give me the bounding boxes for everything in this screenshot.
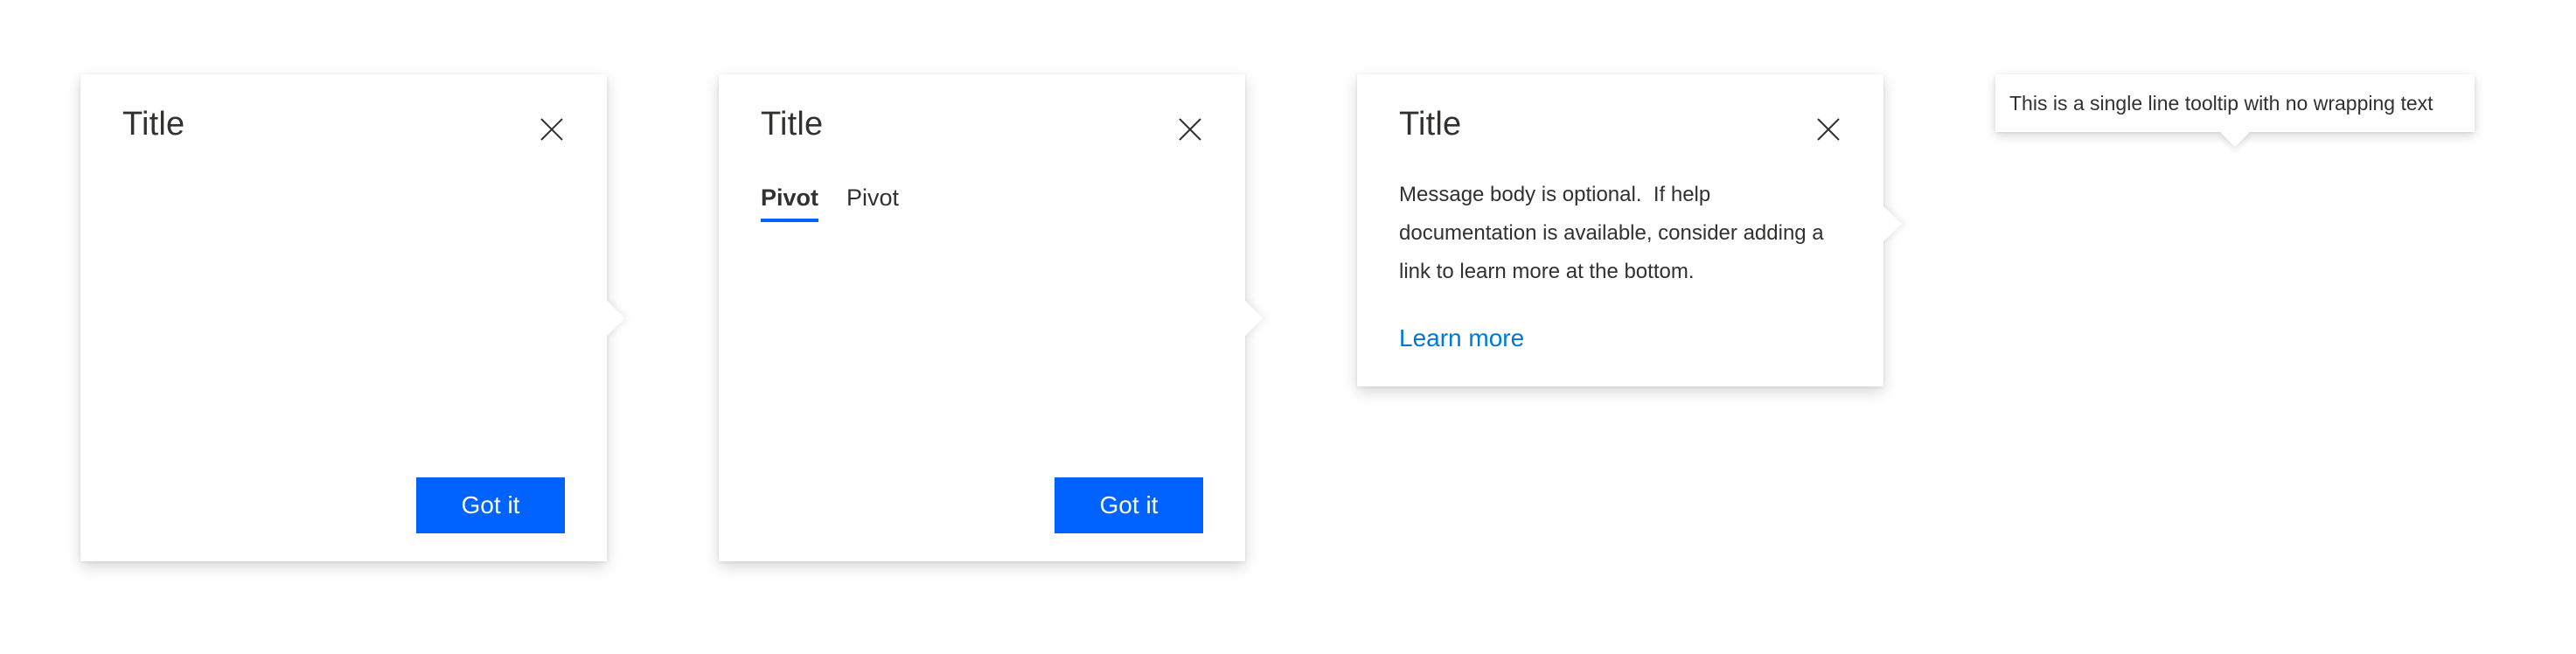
close-icon bbox=[1817, 118, 1840, 141]
callout-beak-mask bbox=[1221, 292, 1245, 344]
message-line: Message body is optional. If help bbox=[1399, 183, 1711, 206]
learn-more-link[interactable]: Learn more bbox=[1399, 324, 1524, 352]
message-line: documentation is available, consider add… bbox=[1399, 221, 1824, 245]
callout-basic: Title Got it bbox=[80, 74, 625, 561]
pivot-tab[interactable]: Pivot bbox=[846, 184, 899, 222]
message-line: link to learn more at the bottom. bbox=[1399, 260, 1695, 283]
close-button[interactable] bbox=[1815, 116, 1841, 143]
tooltip-text: This is a single line tooltip with no wr… bbox=[2009, 92, 2433, 115]
callout-message-body: Message body is optional. If help docume… bbox=[1399, 176, 1845, 291]
callout-title: Title bbox=[122, 106, 185, 143]
close-button[interactable] bbox=[1177, 116, 1203, 143]
close-icon bbox=[1179, 118, 1201, 141]
tooltip: This is a single line tooltip with no wr… bbox=[1995, 74, 2475, 147]
callout-beak-mask bbox=[1859, 198, 1883, 250]
close-icon bbox=[540, 118, 563, 141]
got-it-button[interactable]: Got it bbox=[416, 477, 565, 533]
callout-title: Title bbox=[761, 106, 824, 143]
close-button[interactable] bbox=[539, 116, 565, 143]
got-it-button[interactable]: Got it bbox=[1055, 477, 1203, 533]
callout-with-pivots: Title Pivot Pivot Got it bbox=[719, 74, 1264, 561]
pivot-tab-selected[interactable]: Pivot bbox=[761, 184, 819, 222]
callout-beak-mask bbox=[582, 292, 607, 344]
callout-title: Title bbox=[1399, 106, 1462, 143]
callout-with-message: Title Message body is optional. If help … bbox=[1357, 74, 1902, 386]
pivot-tabs: Pivot Pivot bbox=[761, 184, 899, 222]
